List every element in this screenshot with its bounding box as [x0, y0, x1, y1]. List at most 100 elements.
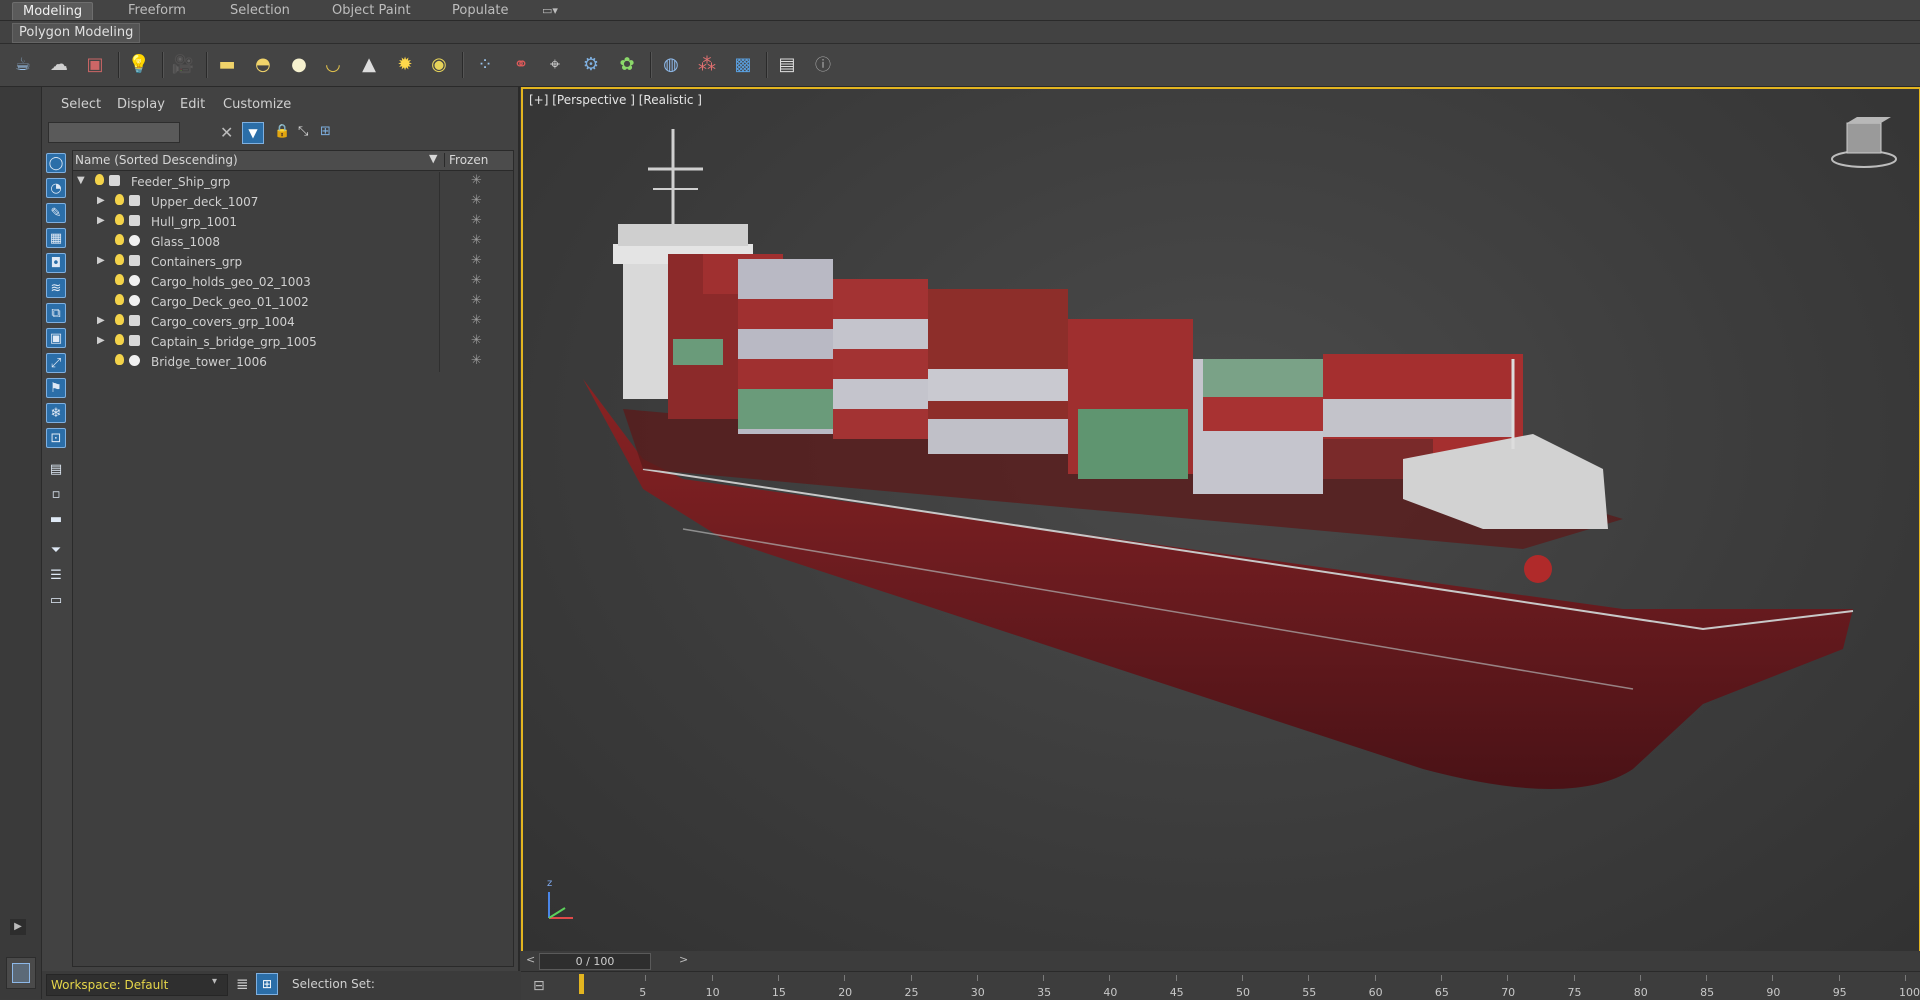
display-groups-icon[interactable]: ⧉ — [46, 303, 66, 323]
material-sphere-icon[interactable]: ◍ — [658, 52, 684, 78]
freeze-toggle-icon[interactable]: ✳ — [471, 253, 482, 268]
display-invert-icon[interactable]: ▬ — [46, 509, 66, 529]
display-all-icon[interactable]: ▤ — [46, 459, 66, 479]
tree-row[interactable]: ▶ Cargo_covers_grp_1004 ✳ — [73, 312, 513, 332]
display-none-icon[interactable]: ▫ — [46, 484, 66, 504]
teapot-icon[interactable]: ☕ — [10, 52, 36, 78]
freeze-toggle-icon[interactable]: ✳ — [471, 173, 482, 188]
expand-arrow-icon[interactable]: ▶ — [97, 195, 105, 206]
display-xrefs-icon[interactable]: ▣ — [46, 328, 66, 348]
display-bones-icon[interactable]: ⤢ — [46, 353, 66, 373]
viewcube[interactable] — [1829, 117, 1899, 172]
expand-arrow-icon[interactable]: ▶ — [97, 315, 105, 326]
visibility-bulb-icon[interactable] — [115, 274, 124, 285]
molecule-icon[interactable]: ⚭ — [508, 52, 534, 78]
material-editor-icon[interactable]: ⁂ — [694, 52, 720, 78]
render-setup-icon[interactable]: ▩ — [730, 52, 756, 78]
tree-row[interactable]: ▼ Feeder_Ship_grp ✳ — [73, 172, 513, 192]
workspace-select[interactable]: Workspace: Default — [46, 974, 228, 996]
tree-row[interactable]: ▶ Hull_grp_1001 ✳ — [73, 212, 513, 232]
next-frame-icon[interactable]: > — [679, 953, 688, 966]
display-cameras-icon[interactable]: ▦ — [46, 228, 66, 248]
tree-row[interactable]: Cargo_holds_geo_02_1003 ✳ — [73, 272, 513, 292]
filter-toggle-icon[interactable]: ▼ — [242, 122, 264, 144]
track-bar[interactable]: ⊟ 5 10 15 20 25 30 35 40 45 50 55 60 65 70 75 80 85 90 95 1… — [521, 971, 1920, 1000]
expand-arrow-icon[interactable]: ▶ — [97, 335, 105, 346]
tab-populate[interactable]: Populate — [442, 2, 519, 19]
curve-editor-icon[interactable]: ⊟ — [533, 978, 553, 994]
lock-icon[interactable]: 🔒 — [274, 124, 290, 139]
hemisphere-icon[interactable]: ◓ — [250, 52, 276, 78]
tab-selection[interactable]: Selection — [220, 2, 300, 19]
polygon-modeling-button[interactable]: Polygon Modeling — [12, 23, 141, 43]
gear-icon[interactable]: ⚙ — [578, 52, 604, 78]
hierarchy-mode-icon[interactable]: ⊞ — [256, 973, 278, 995]
ribbon-options-icon[interactable]: ▭▾ — [532, 2, 568, 19]
expand-arrow-icon[interactable]: ▶ — [97, 255, 105, 266]
select-children-icon[interactable]: ⤡ — [298, 124, 308, 139]
tree-row[interactable]: Cargo_Deck_geo_01_1002 ✳ — [73, 292, 513, 312]
workspace-dropdown-icon[interactable]: ▾ — [212, 976, 217, 987]
freeze-toggle-icon[interactable]: ✳ — [471, 353, 482, 368]
display-frozen-icon[interactable]: ❄ — [46, 403, 66, 423]
freeze-toggle-icon[interactable]: ✳ — [471, 293, 482, 308]
filter-settings-icon[interactable]: ☰ — [46, 565, 66, 585]
freeze-toggle-icon[interactable]: ✳ — [471, 333, 482, 348]
display-lights-icon[interactable]: ✎ — [46, 203, 66, 223]
display-containers-icon[interactable]: ⚑ — [46, 378, 66, 398]
display-helpers-icon[interactable]: ◘ — [46, 253, 66, 273]
tree-row[interactable]: ▶ Containers_grp ✳ — [73, 252, 513, 272]
visibility-bulb-icon[interactable] — [95, 174, 104, 185]
cloud-icon[interactable]: ☁ — [46, 52, 72, 78]
visibility-bulb-icon[interactable] — [115, 214, 124, 225]
sky-icon[interactable]: ◉ — [426, 52, 452, 78]
menu-customize[interactable]: Customize — [223, 97, 291, 112]
render-frame-icon[interactable]: ▣ — [82, 52, 108, 78]
menu-edit[interactable]: Edit — [180, 97, 205, 112]
display-shapes-icon[interactable]: ◔ — [46, 178, 66, 198]
freeze-toggle-icon[interactable]: ✳ — [471, 193, 482, 208]
hierarchy-icon[interactable]: ⊞ — [320, 124, 331, 139]
plant-icon[interactable]: ✿ — [614, 52, 640, 78]
visibility-bulb-icon[interactable] — [115, 234, 124, 245]
tree-row[interactable]: ▶ Upper_deck_1007 ✳ — [73, 192, 513, 212]
visibility-bulb-icon[interactable] — [115, 254, 124, 265]
display-spacewarps-icon[interactable]: ≋ — [46, 278, 66, 298]
freeze-toggle-icon[interactable]: ✳ — [471, 213, 482, 228]
teapot-bowl-icon[interactable]: ◡ — [320, 52, 346, 78]
filter-icon[interactable]: ⏷ — [46, 540, 66, 560]
freeze-toggle-icon[interactable]: ✳ — [471, 233, 482, 248]
visibility-bulb-icon[interactable] — [115, 334, 124, 345]
layers-icon[interactable]: ≣ — [236, 975, 249, 993]
particles-icon[interactable]: ⁘ — [472, 52, 498, 78]
help-icon[interactable]: ⓘ — [810, 52, 836, 78]
collapse-arrow-icon[interactable]: ▼ — [77, 175, 85, 186]
sun-icon[interactable]: ✹ — [392, 52, 418, 78]
layer-filter-icon[interactable]: ▭ — [46, 590, 66, 610]
explorer-search-input[interactable] — [48, 122, 180, 143]
display-hidden-icon[interactable]: ⊡ — [46, 428, 66, 448]
prev-frame-icon[interactable]: < — [526, 953, 535, 966]
clear-search-icon[interactable]: ✕ — [220, 123, 233, 142]
visibility-bulb-icon[interactable] — [115, 194, 124, 205]
menu-display[interactable]: Display — [117, 97, 165, 112]
cone-icon[interactable]: ▲ — [356, 52, 382, 78]
tree-row[interactable]: Glass_1008 ✳ — [73, 232, 513, 252]
sphere-icon[interactable]: ● — [286, 52, 312, 78]
tab-modeling[interactable]: Modeling — [12, 2, 94, 20]
sort-desc-icon[interactable]: ▼ — [429, 152, 437, 165]
freeze-toggle-icon[interactable]: ✳ — [471, 313, 482, 328]
timeline-cursor[interactable] — [579, 974, 584, 994]
camera-icon[interactable]: 🎥 — [170, 52, 196, 78]
tree-row[interactable]: ▶ Captain_s_bridge_grp_1005 ✳ — [73, 332, 513, 352]
freeze-toggle-icon[interactable]: ✳ — [471, 273, 482, 288]
light-lister-icon[interactable]: 💡 — [126, 52, 152, 78]
display-geometry-icon[interactable]: ◯ — [46, 153, 66, 173]
tab-freeform[interactable]: Freeform — [118, 2, 196, 19]
visibility-bulb-icon[interactable] — [115, 354, 124, 365]
expand-panel-icon[interactable]: ▶ — [10, 919, 26, 935]
time-slider[interactable]: < 0 / 100 > — [521, 951, 1920, 971]
expand-arrow-icon[interactable]: ▶ — [97, 215, 105, 226]
visibility-bulb-icon[interactable] — [115, 314, 124, 325]
viewport-layout-button[interactable] — [6, 957, 36, 989]
